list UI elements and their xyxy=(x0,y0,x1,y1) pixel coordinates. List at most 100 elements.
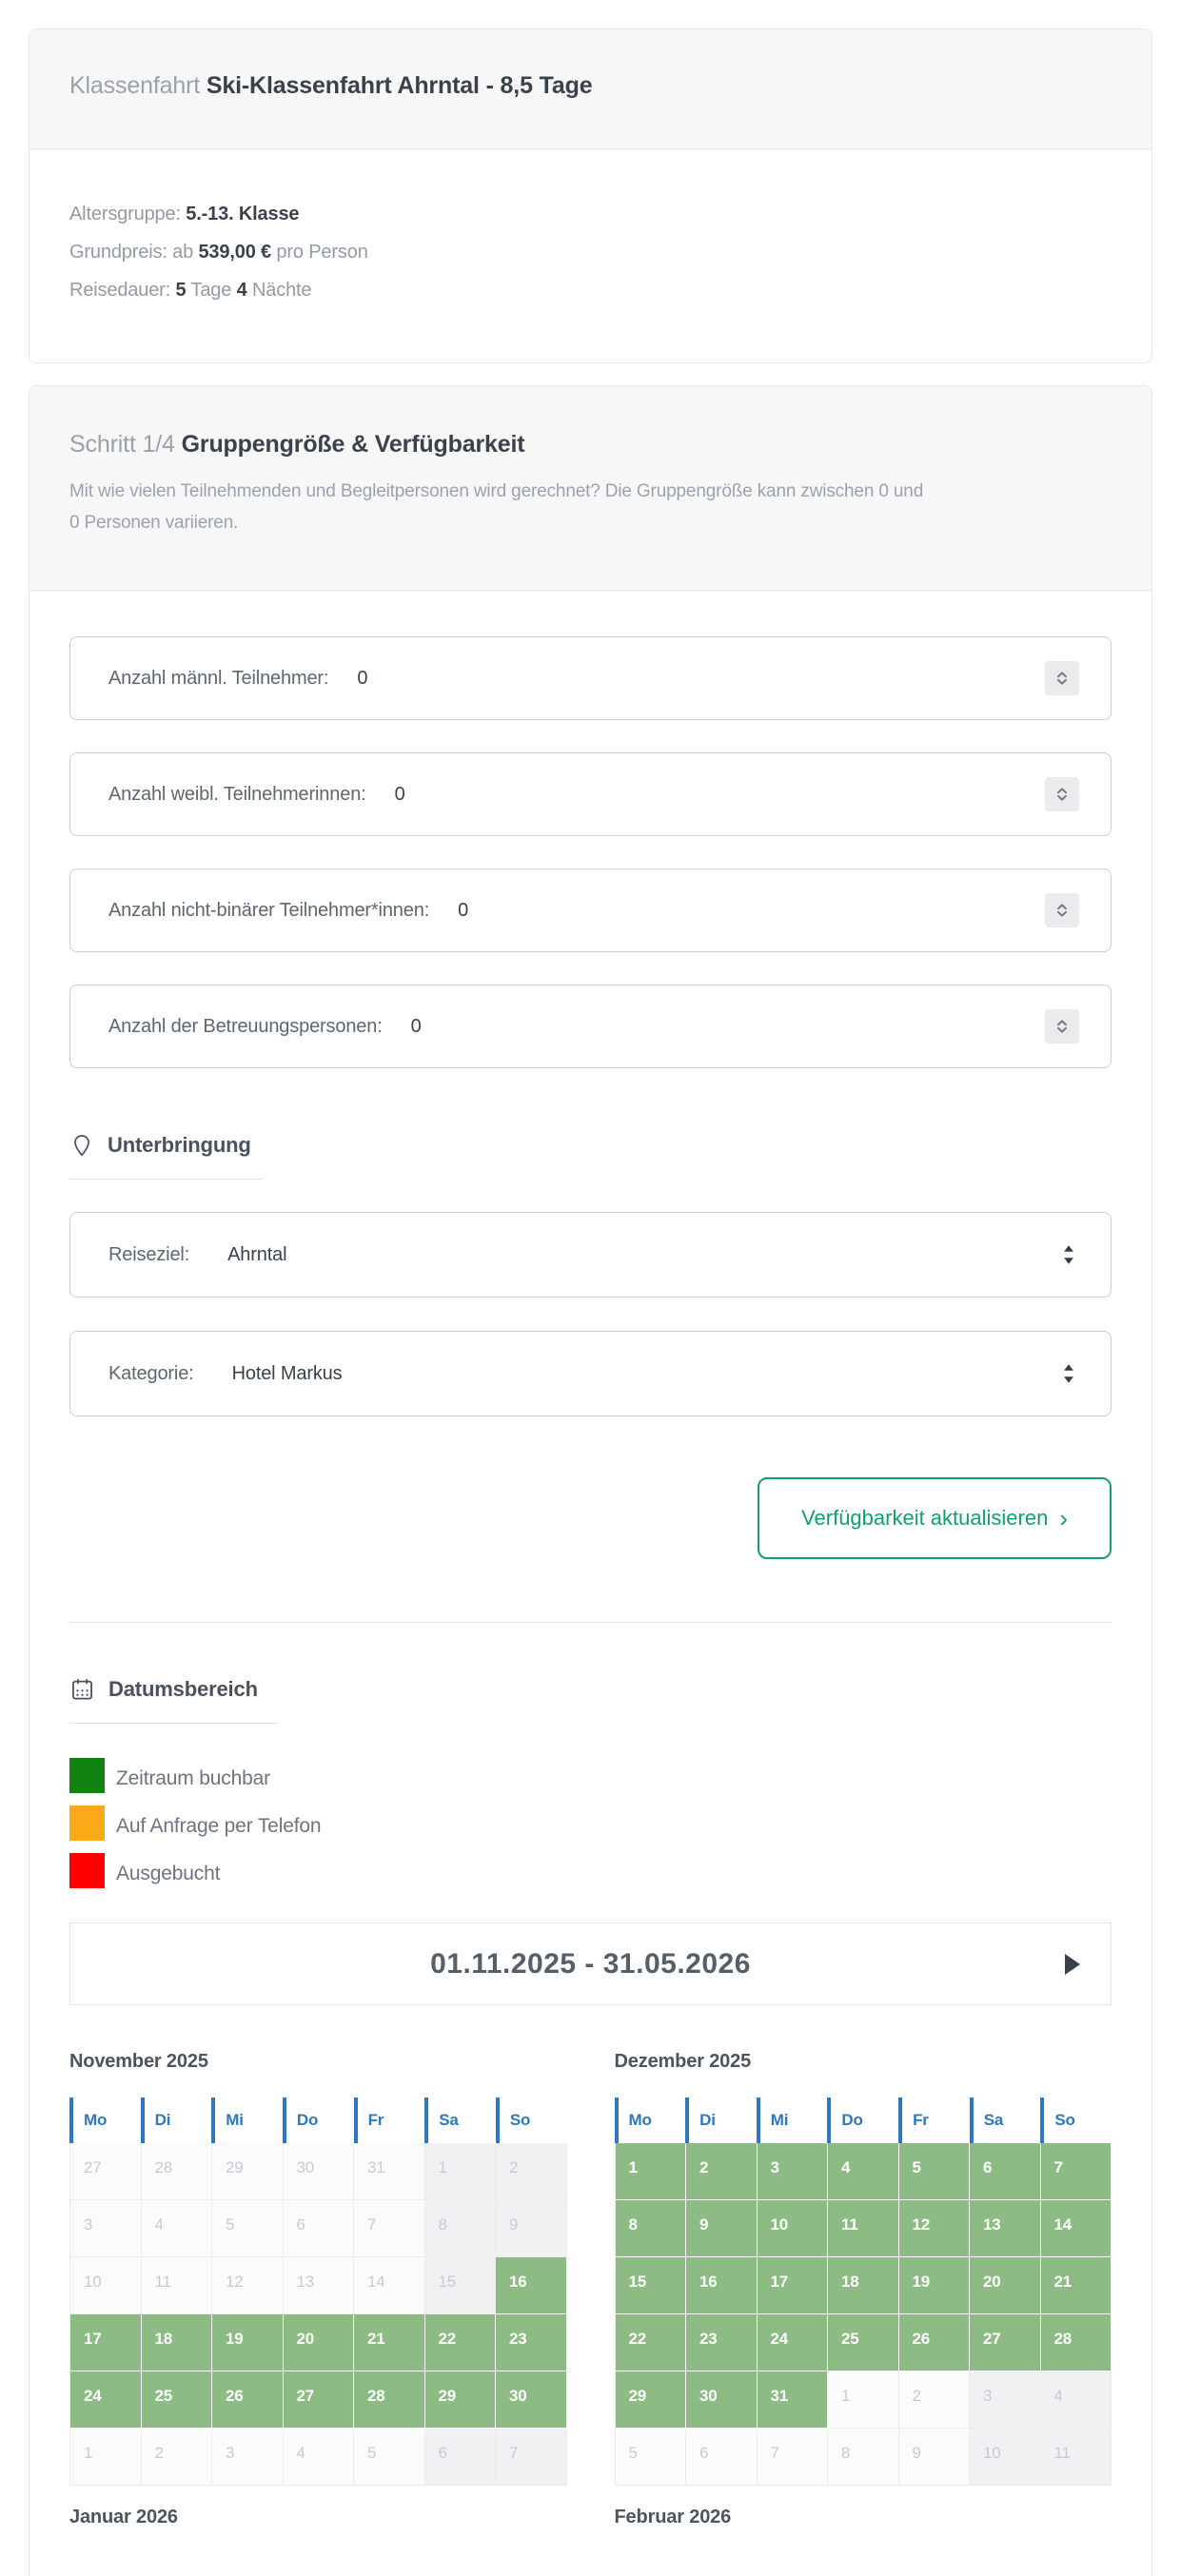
select-kategorie[interactable]: Kategorie: Hotel Markus xyxy=(69,1331,1112,1416)
product-detail-line: Grundpreis: ab 539,00 € pro Person xyxy=(69,233,1112,271)
availability-legend: Zeitraum buchbar Auf Anfrage per Telefon A… xyxy=(69,1758,1112,1888)
weekday-header: Mi xyxy=(211,2098,283,2143)
section-underline xyxy=(69,1723,277,1724)
weekday-header: Sa xyxy=(969,2098,1041,2143)
calendar-day[interactable]: 15 xyxy=(615,2257,686,2314)
calendar-day[interactable]: 10 xyxy=(757,2200,828,2257)
expand-arrow-icon xyxy=(1065,1953,1080,1975)
calendar-day: 3 xyxy=(212,2429,284,2486)
calendar-day[interactable]: 20 xyxy=(970,2257,1041,2314)
calendar-day[interactable]: 18 xyxy=(828,2257,899,2314)
number-spinner[interactable] xyxy=(1045,661,1079,695)
counter-value: 0 xyxy=(357,667,368,689)
number-spinner[interactable] xyxy=(1045,1009,1079,1044)
calendar-day[interactable]: 25 xyxy=(828,2314,899,2371)
calendar-day: 15 xyxy=(424,2257,496,2314)
detail-segment: Reisedauer: xyxy=(69,280,176,301)
calendar-day: 9 xyxy=(496,2200,567,2257)
legend-item: Zeitraum buchbar xyxy=(69,1758,1112,1793)
calendar-day[interactable]: 28 xyxy=(354,2371,425,2429)
calendar-day[interactable]: 4 xyxy=(828,2143,899,2200)
counter-label: Anzahl nicht-binärer Teilnehmer*innen: xyxy=(108,899,430,921)
calendar-day[interactable]: 23 xyxy=(686,2314,758,2371)
update-availability-button[interactable]: Verfügbarkeit aktualisieren › xyxy=(758,1477,1112,1559)
calendar-day[interactable]: 16 xyxy=(496,2257,567,2314)
calendar-day[interactable]: 19 xyxy=(212,2314,284,2371)
step-title: Gruppengröße & Verfügbarkeit xyxy=(181,431,525,458)
calendar-day[interactable]: 3 xyxy=(757,2143,828,2200)
calendar-day[interactable]: 14 xyxy=(1040,2200,1112,2257)
accommodation-heading: Unterbringung xyxy=(69,1133,1112,1158)
chevron-right-icon: › xyxy=(1059,1504,1068,1532)
calendar-day[interactable]: 28 xyxy=(1040,2314,1112,2371)
calendar-day[interactable]: 26 xyxy=(898,2314,970,2371)
calendar-weekday-row: Mo Di Mi Do Fr Sa So xyxy=(69,2098,567,2143)
select-label: Kategorie: xyxy=(108,1362,194,1384)
detail-segment: 539,00 € xyxy=(198,242,272,263)
calendar-day[interactable]: 24 xyxy=(70,2371,142,2429)
legend-label: Ausgebucht xyxy=(116,1863,221,1884)
calendar-day: 6 xyxy=(424,2429,496,2486)
calendar-day[interactable]: 27 xyxy=(283,2371,354,2429)
calendar-day[interactable]: 29 xyxy=(615,2371,686,2429)
location-pin-icon xyxy=(69,1133,94,1158)
calendar-day[interactable]: 16 xyxy=(686,2257,758,2314)
calendar-day[interactable]: 24 xyxy=(757,2314,828,2371)
calendar-day: 13 xyxy=(283,2257,354,2314)
calendar-day: 11 xyxy=(141,2257,212,2314)
calendar-day: 3 xyxy=(70,2200,142,2257)
calendar-day[interactable]: 6 xyxy=(970,2143,1041,2200)
weekday-header: Fr xyxy=(898,2098,970,2143)
calendar-day[interactable]: 17 xyxy=(70,2314,142,2371)
calendar-day[interactable]: 17 xyxy=(757,2257,828,2314)
calendar-day[interactable]: 27 xyxy=(970,2314,1041,2371)
calendar-day[interactable]: 11 xyxy=(828,2200,899,2257)
calendar-day: 9 xyxy=(898,2429,970,2486)
section-underline xyxy=(69,1179,263,1180)
calendar-weekday-row: Mo Di Mi Do Fr Sa So xyxy=(614,2098,1112,2143)
calendar-day[interactable]: 21 xyxy=(1040,2257,1112,2314)
calendar-day[interactable]: 31 xyxy=(757,2371,828,2429)
number-spinner[interactable] xyxy=(1045,777,1079,811)
calendar-day[interactable]: 22 xyxy=(424,2314,496,2371)
calendar-day[interactable]: 12 xyxy=(898,2200,970,2257)
section-divider xyxy=(69,1622,1112,1623)
step-title-line: Schritt 1/4 Gruppengröße & Verfügbarkeit xyxy=(69,428,1112,460)
calendar-day[interactable]: 30 xyxy=(686,2371,758,2429)
next-month-label: Februar 2026 xyxy=(614,2507,732,2527)
date-range-value: 01.11.2025 - 31.05.2026 xyxy=(430,1947,751,1980)
calendar-day[interactable]: 2 xyxy=(686,2143,758,2200)
calendar-day[interactable]: 18 xyxy=(141,2314,212,2371)
weekday-header: So xyxy=(495,2098,567,2143)
select-reiseziel[interactable]: Reiseziel: Ahrntal xyxy=(69,1212,1112,1298)
weekday-header: Sa xyxy=(424,2098,496,2143)
calendar-day[interactable]: 29 xyxy=(424,2371,496,2429)
detail-segment: pro Person xyxy=(271,242,368,263)
counter-row: Anzahl männl. Teilnehmer: 0 xyxy=(69,636,1112,720)
chevron-up-down-icon xyxy=(1053,785,1072,804)
date-range-selector[interactable]: 01.11.2025 - 31.05.2026 xyxy=(69,1922,1112,2005)
calendar-day[interactable]: 20 xyxy=(283,2314,354,2371)
legend-item: Auf Anfrage per Telefon xyxy=(69,1805,1112,1841)
calendar-day[interactable]: 22 xyxy=(615,2314,686,2371)
calendar-day: 10 xyxy=(970,2429,1041,2486)
calendar-day[interactable]: 23 xyxy=(496,2314,567,2371)
weekday-header: Mi xyxy=(756,2098,828,2143)
weekday-header: Do xyxy=(282,2098,354,2143)
calendar-day[interactable]: 5 xyxy=(898,2143,970,2200)
calendar-day[interactable]: 26 xyxy=(212,2371,284,2429)
calendar-day: 4 xyxy=(283,2429,354,2486)
calendar-day[interactable]: 1 xyxy=(615,2143,686,2200)
calendar-day[interactable]: 30 xyxy=(496,2371,567,2429)
calendar-day[interactable]: 9 xyxy=(686,2200,758,2257)
calendar-day[interactable]: 7 xyxy=(1040,2143,1112,2200)
step-label: Schritt 1/4 xyxy=(69,431,175,458)
calendar-day[interactable]: 25 xyxy=(141,2371,212,2429)
counter-row: Anzahl nicht-binärer Teilnehmer*innen: 0 xyxy=(69,868,1112,952)
number-spinner[interactable] xyxy=(1045,893,1079,927)
calendar-day[interactable]: 21 xyxy=(354,2314,425,2371)
calendar-day[interactable]: 13 xyxy=(970,2200,1041,2257)
calendar-day[interactable]: 19 xyxy=(898,2257,970,2314)
calendar-day: 3 xyxy=(970,2371,1041,2429)
calendar-day[interactable]: 8 xyxy=(615,2200,686,2257)
